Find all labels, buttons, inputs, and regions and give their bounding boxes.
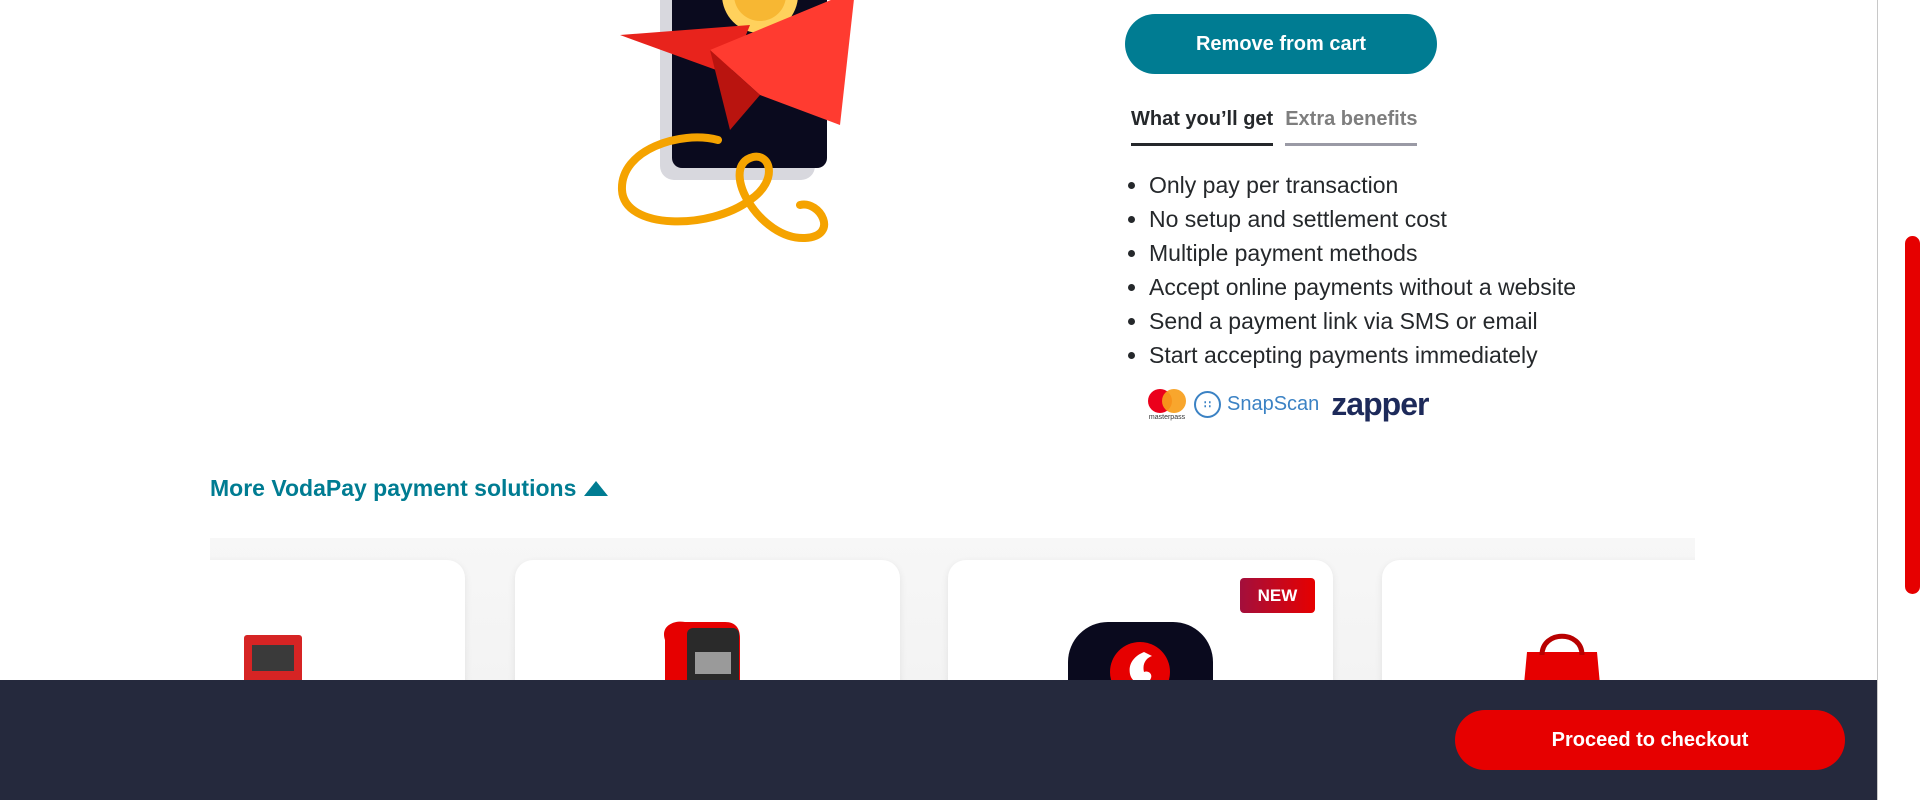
solution-card[interactable] [1382, 560, 1695, 680]
benefit-item: No setup and settlement cost [1149, 202, 1576, 236]
benefit-item: Accept online payments without a website [1149, 270, 1576, 304]
benefit-item: Send a payment link via SMS or email [1149, 304, 1576, 338]
card-pos-terminal-image [244, 635, 302, 680]
solution-card[interactable] [515, 560, 900, 680]
card-card-machine-image [664, 621, 740, 680]
snapscan-logo: ∷ SnapScan [1194, 391, 1319, 418]
page: Remove from cart What you’ll get Extra b… [0, 0, 1920, 800]
snapscan-icon: ∷ [1194, 391, 1221, 418]
tab-what-youll-get[interactable]: What you’ll get [1131, 108, 1274, 146]
proceed-to-checkout-button[interactable]: Proceed to checkout [1455, 710, 1845, 770]
zapper-logo: zapper [1331, 386, 1429, 422]
caret-up-icon [584, 481, 609, 496]
vodafone-app-icon [1068, 622, 1213, 680]
product-tabs: What you’ll get Extra benefits [1131, 108, 1418, 146]
page-edge-divider [1877, 0, 1878, 800]
benefit-item: Only pay per transaction [1149, 168, 1576, 202]
solution-card[interactable] [210, 560, 465, 680]
benefit-item: Start accepting payments immediately [1149, 338, 1576, 372]
benefits-list: Only pay per transaction No setup and se… [1149, 168, 1576, 372]
payment-logos: masterpass ∷ SnapScan zapper [1148, 386, 1429, 423]
masterpass-logo: masterpass [1148, 388, 1186, 421]
scrollbar-thumb[interactable] [1905, 236, 1920, 594]
solution-card[interactable]: NEW [948, 560, 1333, 680]
payment-link-illustration [617, 0, 854, 243]
benefit-item: Multiple payment methods [1149, 236, 1576, 270]
tab-extra-benefits[interactable]: Extra benefits [1285, 108, 1418, 146]
remove-from-cart-button[interactable]: Remove from cart [1125, 14, 1437, 74]
shopping-bag-icon [1524, 633, 1600, 680]
solutions-carousel: NEW [210, 538, 1695, 680]
more-solutions-label: More VodaPay payment solutions [210, 475, 577, 501]
more-solutions-toggle[interactable]: More VodaPay payment solutions [210, 475, 609, 502]
